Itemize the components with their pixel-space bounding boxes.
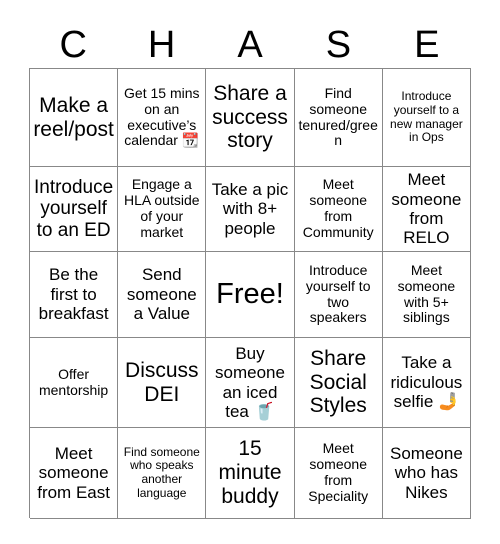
bingo-cell-r3c5[interactable]: Meet someone with 5+ siblings: [382, 252, 471, 338]
bingo-grid: Make a reel/post Get 15 mins on an execut…: [29, 68, 471, 519]
bingo-cell-label: Take a ridiculous selfie 🤳: [390, 353, 463, 412]
bingo-cell-label: Engage a HLA outside of your market: [124, 176, 200, 240]
bingo-cell-label: Meet someone from Speciality: [308, 440, 369, 504]
bingo-header: C H A S E: [29, 22, 471, 68]
bingo-cell-label: Meet someone from RELO: [391, 170, 462, 248]
bingo-cell-r4c1[interactable]: Offer mentorship: [30, 338, 119, 428]
bingo-cell-label: Take a pic with 8+ people: [211, 179, 289, 238]
bingo-cell-r1c4[interactable]: Find someone tenured/green: [294, 69, 383, 167]
bingo-cell-label: Be the first to breakfast: [38, 265, 109, 324]
bingo-cell-r3c4[interactable]: Introduce yourself to two speakers: [294, 252, 383, 338]
bingo-cell-r3c2[interactable]: Send someone a Value: [118, 252, 207, 338]
bingo-cell-label: Meet someone with 5+ siblings: [397, 261, 456, 326]
bingo-cell-label: Meet someone from East: [37, 443, 110, 502]
bingo-cell-label: Share Social Styles: [309, 346, 367, 418]
bingo-cell-label: Make a reel/post: [33, 93, 114, 141]
bingo-cell-label: Find someone tenured/green: [298, 84, 378, 149]
bingo-cell-label: Meet someone from Community: [302, 176, 374, 240]
bingo-cell-r5c5[interactable]: Someone who has Nikes: [382, 428, 471, 519]
bingo-cell-label: Introduce yourself to an ED: [33, 176, 114, 241]
bingo-cell-r1c1[interactable]: Make a reel/post: [30, 69, 119, 167]
header-letter-e: E: [414, 24, 440, 66]
bingo-cell-r2c3[interactable]: Take a pic with 8+ people: [206, 167, 295, 252]
bingo-cell-label: Buy someone an iced tea 🥤: [215, 343, 285, 421]
bingo-cell-r5c1[interactable]: Meet someone from East: [30, 428, 119, 519]
bingo-cell-r2c2[interactable]: Engage a HLA outside of your market: [118, 167, 207, 252]
bingo-cell-r2c5[interactable]: Meet someone from RELO: [382, 167, 471, 252]
bingo-cell-r5c4[interactable]: Meet someone from Speciality: [294, 428, 383, 519]
bingo-cell-r3c1[interactable]: Be the first to breakfast: [30, 252, 119, 338]
bingo-cell-label: 15 minute buddy: [218, 437, 282, 508]
bingo-cell-r2c4[interactable]: Meet someone from Community: [294, 167, 383, 252]
bingo-cell-r1c3[interactable]: Share a success story: [206, 69, 295, 167]
bingo-cell-label: Introduce yourself to a new manager in O…: [390, 89, 463, 145]
bingo-cell-r4c2[interactable]: Discuss DEI: [118, 338, 207, 428]
bingo-cell-r1c5[interactable]: Introduce yourself to a new manager in O…: [382, 69, 471, 167]
header-letter-h: H: [147, 24, 176, 66]
bingo-cell-label: Introduce yourself to two speakers: [305, 261, 371, 326]
bingo-cell-label: Someone who has Nikes: [390, 443, 463, 502]
bingo-cell-r4c3[interactable]: Buy someone an iced tea 🥤: [206, 338, 295, 428]
bingo-cell-label: Free!: [216, 277, 284, 310]
header-letter-s: S: [325, 24, 352, 66]
header-letter-a: A: [237, 24, 263, 66]
bingo-cell-free[interactable]: Free!: [206, 252, 295, 338]
bingo-cell-label: Find someone who speaks another language: [123, 444, 200, 500]
bingo-cell-r2c1[interactable]: Introduce yourself to an ED: [30, 167, 119, 252]
bingo-cell-r5c2[interactable]: Find someone who speaks another language: [118, 428, 207, 519]
header-letter-c: C: [59, 24, 87, 66]
bingo-cell-r5c3[interactable]: 15 minute buddy: [206, 428, 295, 519]
bingo-cell-label: Send someone a Value: [126, 265, 197, 324]
bingo-cell-r1c2[interactable]: Get 15 mins on an executive’s calendar 📆: [118, 69, 207, 167]
bingo-cell-label: Offer mentorship: [38, 365, 109, 398]
bingo-cell-r4c4[interactable]: Share Social Styles: [294, 338, 383, 428]
bingo-cell-label: Discuss DEI: [125, 358, 199, 406]
bingo-cell-r4c5[interactable]: Take a ridiculous selfie 🤳: [382, 338, 471, 428]
bingo-cell-label: Share a success story: [212, 81, 288, 153]
bingo-cell-label: Get 15 mins on an executive’s calendar 📆: [124, 84, 200, 149]
bingo-card: C H A S E Make a reel/post Get 15 mins on…: [0, 0, 500, 544]
